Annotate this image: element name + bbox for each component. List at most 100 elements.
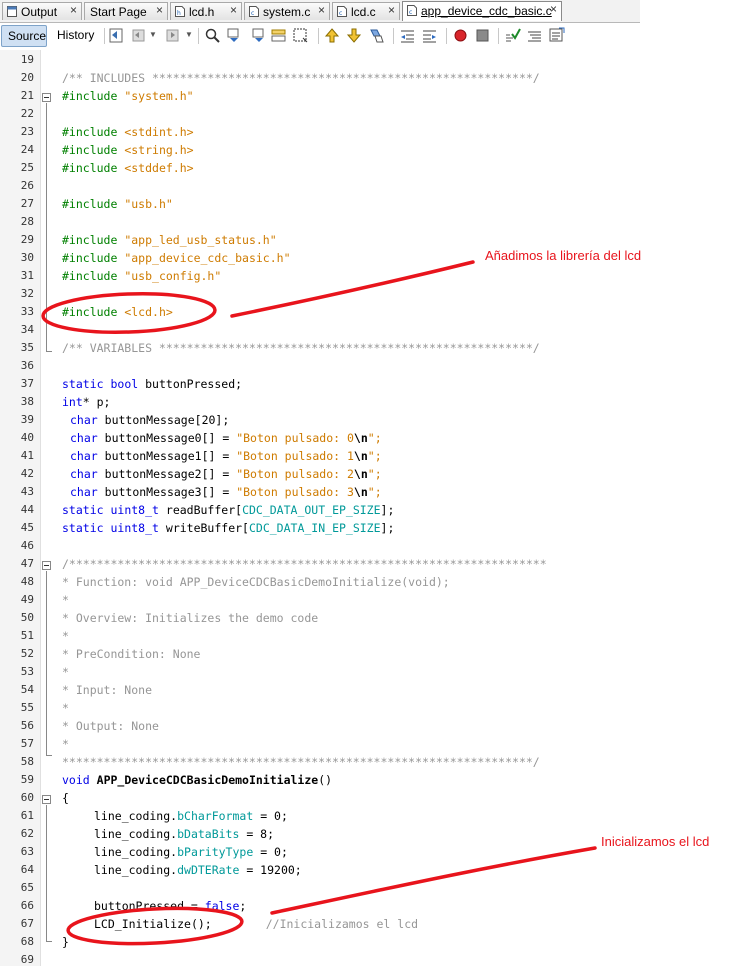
find-icon[interactable]	[204, 27, 221, 44]
include-path: <stdint.h>	[124, 125, 194, 139]
tab-output[interactable]: Output ×	[2, 2, 82, 20]
code-line-27: #include "usb.h"	[62, 195, 173, 213]
code-line-68: }	[62, 933, 69, 951]
line-number: 31	[20, 269, 34, 282]
code-text: ()	[318, 773, 333, 787]
line-number: 19	[20, 53, 34, 66]
rectangular-selection-icon[interactable]	[292, 27, 309, 44]
last-edit-icon[interactable]	[108, 27, 125, 44]
history-button[interactable]: History	[51, 25, 101, 47]
tab-lcd-h[interactable]: h lcd.h ×	[170, 2, 242, 20]
previous-bookmark-icon[interactable]	[324, 27, 341, 44]
code-line-23: #include <stdint.h>	[62, 123, 194, 141]
line-number: 58	[20, 755, 34, 768]
line-number: 42	[20, 467, 34, 480]
shift-left-icon[interactable]	[399, 27, 416, 44]
line-number: 67	[20, 917, 34, 930]
close-icon[interactable]: ×	[70, 3, 77, 17]
code-text: = 19200;	[239, 863, 302, 877]
code-line-49: *	[62, 591, 69, 609]
uncomment-icon[interactable]	[548, 27, 565, 44]
code-line-51: *	[62, 627, 69, 645]
toggle-highlight-icon[interactable]	[270, 27, 287, 44]
close-icon[interactable]: ×	[550, 2, 557, 16]
line-number: 61	[20, 809, 34, 822]
line-number: 53	[20, 665, 34, 678]
tab-lcd-c[interactable]: c lcd.c ×	[332, 2, 400, 20]
check-syntax-icon[interactable]	[504, 27, 521, 44]
fold-toggle-icon[interactable]	[42, 795, 51, 804]
line-number: 50	[20, 611, 34, 624]
line-number: 63	[20, 845, 34, 858]
shift-right-icon[interactable]	[421, 27, 438, 44]
close-icon[interactable]: ×	[156, 3, 163, 17]
code-line-21: #include "system.h"	[62, 87, 194, 105]
stop-macro-icon[interactable]	[474, 27, 491, 44]
close-icon[interactable]: ×	[388, 3, 395, 17]
code-text: ;	[239, 899, 247, 913]
svg-text:c: c	[339, 10, 342, 17]
back-icon[interactable]	[130, 27, 147, 44]
keyword: static	[62, 503, 104, 517]
line-number: 56	[20, 719, 34, 732]
toolbar-separator	[393, 28, 394, 44]
fold-toggle-icon[interactable]	[42, 561, 51, 570]
c-file-icon: c	[337, 6, 347, 17]
close-icon[interactable]: ×	[230, 3, 237, 17]
include-path: "app_device_cdc_basic.h"	[124, 251, 291, 265]
fold-guide-end	[46, 941, 52, 942]
code-line-57: *	[62, 735, 69, 753]
include-path: <lcd.h>	[124, 305, 173, 319]
line-number: 39	[20, 413, 34, 426]
fold-guide-end	[46, 755, 52, 756]
chevron-down-icon[interactable]: ▼	[185, 30, 193, 47]
code-line-53: *	[62, 663, 69, 681]
code-editor[interactable]: 19 20 21 22 23 24 25 26 27 28 29 30 31 32 33 34 35 36 37 38…	[0, 50, 640, 966]
tab-label: system.c	[263, 5, 311, 19]
include-path: "usb_config.h"	[124, 269, 222, 283]
include-path: "usb.h"	[124, 197, 173, 211]
forward-icon[interactable]	[164, 27, 181, 44]
code-line-63: line_coding.bParityType = 0;	[94, 843, 288, 861]
find-next-icon[interactable]	[248, 27, 265, 44]
code-text: buttonMessage2[] =	[104, 467, 237, 481]
line-number: 49	[20, 593, 34, 606]
tab-label: Output	[21, 5, 58, 19]
escape-sequence: \n	[353, 449, 368, 463]
code-line-38: int* p;	[62, 393, 110, 411]
fold-toggle-icon[interactable]	[42, 93, 51, 102]
code-text: line_coding.	[94, 827, 178, 841]
tab-system-c[interactable]: c system.c ×	[244, 2, 330, 20]
close-icon[interactable]: ×	[318, 3, 325, 17]
toolbar-separator	[104, 28, 105, 44]
tab-app-device-cdc-basic-c[interactable]: c app_device_cdc_basic.c ×	[402, 1, 562, 21]
record-macro-icon[interactable]	[452, 27, 469, 44]
string-literal: "Boton pulsado: 0	[236, 431, 354, 445]
next-bookmark-icon[interactable]	[346, 27, 363, 44]
line-number: 36	[20, 359, 34, 372]
code-text: = 0;	[253, 809, 288, 823]
preprocessor-directive: #include	[62, 161, 118, 175]
code-line-62: line_coding.bDataBits = 8;	[94, 825, 274, 843]
find-previous-icon[interactable]	[226, 27, 243, 44]
line-number: 33	[20, 305, 34, 318]
comment-text: /** VARIABLES **************************…	[62, 341, 540, 355]
string-literal: "Boton pulsado: 1	[236, 449, 354, 463]
code-line-61: line_coding.bCharFormat = 0;	[94, 807, 288, 825]
line-number: 37	[20, 377, 34, 390]
comment-icon[interactable]	[526, 27, 543, 44]
code-text: = 0;	[253, 845, 288, 859]
code-text: * p;	[82, 395, 111, 409]
source-button[interactable]: Source	[1, 25, 47, 47]
keyword: char	[70, 431, 98, 445]
line-number: 45	[20, 521, 34, 534]
code-line-31: #include "usb_config.h"	[62, 267, 221, 285]
svg-text:h: h	[177, 10, 181, 17]
toolbar-separator	[318, 28, 319, 44]
tab-start-page[interactable]: Start Page ×	[84, 2, 168, 20]
toggle-bookmark-icon[interactable]	[368, 27, 385, 44]
comment-text: * Output: None	[62, 719, 159, 733]
comment-text: *	[62, 701, 69, 715]
comment-text: * Function: void APP_DeviceCDCBasicDemoI…	[62, 575, 450, 589]
chevron-down-icon[interactable]: ▼	[149, 30, 157, 47]
